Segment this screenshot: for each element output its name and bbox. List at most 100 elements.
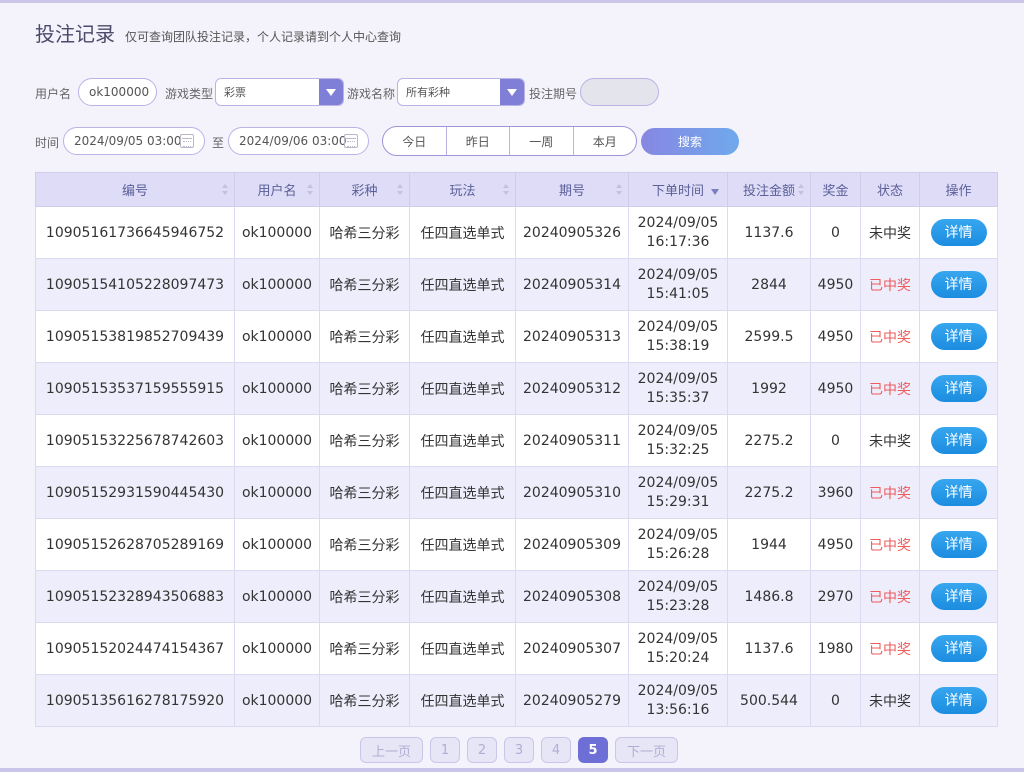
status-badge: 已中奖 — [860, 622, 920, 675]
detail-button[interactable]: 详情 — [930, 531, 987, 558]
end-time-input[interactable]: 2024/09/06 03:00 — [228, 127, 369, 155]
column-header-id[interactable]: 编号 — [35, 172, 235, 207]
username-input[interactable]: ok100000 — [78, 78, 157, 106]
column-header-lottery[interactable]: 彩种 — [319, 172, 410, 207]
page-2-button[interactable]: 2 — [467, 737, 497, 763]
detail-button[interactable]: 详情 — [930, 635, 987, 662]
cell-action: 详情 — [919, 466, 998, 519]
sort-desc-icon[interactable] — [711, 189, 719, 195]
cell-user: ok100000 — [234, 310, 320, 363]
quick-range-month[interactable]: 本月 — [574, 127, 637, 155]
search-button[interactable]: 搜索 — [641, 128, 739, 155]
cell-order-time: 2024/09/05 15:41:05 — [628, 258, 728, 311]
quick-range-yesterday[interactable]: 昨日 — [447, 127, 510, 155]
page-1-button[interactable]: 1 — [430, 737, 460, 763]
detail-button[interactable]: 详情 — [930, 687, 987, 714]
cell-user: ok100000 — [234, 466, 320, 519]
chevron-down-icon[interactable] — [500, 79, 524, 105]
table-row: 10905152328943506883 ok100000 哈希三分彩 任四直选单式 2… — [35, 570, 998, 623]
detail-button[interactable]: 详情 — [930, 583, 987, 610]
game-type-value: 彩票 — [224, 86, 246, 99]
order-date: 2024/09/05 — [637, 214, 719, 231]
order-date: 2024/09/05 — [637, 266, 719, 283]
sort-icon[interactable] — [616, 184, 622, 196]
order-time: 15:35:37 — [646, 389, 710, 406]
cell-issue: 20240905279 — [515, 674, 629, 727]
cell-id: 10905153537159555915 — [35, 362, 235, 415]
detail-button[interactable]: 详情 — [930, 375, 987, 402]
cell-order-time: 2024/09/05 15:26:28 — [628, 518, 728, 571]
game-name-select[interactable]: 所有彩种 — [397, 78, 525, 106]
cell-order-time: 2024/09/05 15:23:28 — [628, 570, 728, 623]
quick-range-today[interactable]: 今日 — [383, 127, 447, 155]
start-time-input[interactable]: 2024/09/05 03:00 — [63, 127, 205, 155]
detail-button[interactable]: 详情 — [930, 323, 987, 350]
calendar-icon[interactable] — [344, 134, 358, 148]
calendar-icon[interactable] — [180, 134, 194, 148]
cell-action: 详情 — [919, 622, 998, 675]
sort-icon[interactable] — [798, 184, 804, 196]
status-badge: 未中奖 — [860, 414, 920, 467]
column-header-play[interactable]: 玩法 — [409, 172, 516, 207]
cell-issue: 20240905312 — [515, 362, 629, 415]
cell-issue: 20240905311 — [515, 414, 629, 467]
column-header-issue[interactable]: 期号 — [515, 172, 629, 207]
cell-lottery: 哈希三分彩 — [319, 674, 410, 727]
prev-page-button[interactable]: 上一页 — [360, 737, 423, 763]
cell-order-time: 2024/09/05 15:32:25 — [628, 414, 728, 467]
cell-user: ok100000 — [234, 674, 320, 727]
cell-prize: 2970 — [810, 570, 861, 623]
cell-lottery: 哈希三分彩 — [319, 206, 410, 259]
issue-input[interactable] — [580, 78, 659, 106]
next-page-button[interactable]: 下一页 — [615, 737, 678, 763]
status-badge: 已中奖 — [860, 518, 920, 571]
status-badge: 已中奖 — [860, 362, 920, 415]
cell-id: 10905152628705289169 — [35, 518, 235, 571]
order-date: 2024/09/05 — [637, 526, 719, 543]
quick-range-week[interactable]: 一周 — [510, 127, 574, 155]
bottom-border — [0, 768, 1024, 772]
game-type-select[interactable]: 彩票 — [215, 78, 344, 106]
order-date: 2024/09/05 — [637, 474, 719, 491]
cell-id: 10905152024474154367 — [35, 622, 235, 675]
detail-button[interactable]: 详情 — [930, 271, 987, 298]
quick-range-group: 今日 昨日 一周 本月 — [382, 126, 637, 156]
column-header-amount[interactable]: 投注金额 — [727, 172, 811, 207]
column-header-status: 状态 — [860, 172, 920, 207]
chevron-down-icon[interactable] — [319, 79, 343, 105]
sort-icon[interactable] — [222, 184, 228, 196]
cell-order-time: 2024/09/05 13:56:16 — [628, 674, 728, 727]
cell-play: 任四直选单式 — [409, 310, 516, 363]
cell-prize: 0 — [810, 674, 861, 727]
cell-order-time: 2024/09/05 16:17:36 — [628, 206, 728, 259]
game-name-value: 所有彩种 — [406, 86, 450, 99]
column-header-order-time[interactable]: 下单时间 — [628, 172, 728, 207]
cell-user: ok100000 — [234, 258, 320, 311]
detail-button[interactable]: 详情 — [930, 479, 987, 506]
sort-icon[interactable] — [307, 184, 313, 196]
order-date: 2024/09/05 — [637, 578, 719, 595]
end-time-value: 2024/09/06 03:00 — [239, 134, 347, 148]
cell-id: 10905153819852709439 — [35, 310, 235, 363]
sort-icon[interactable] — [397, 184, 403, 196]
cell-prize: 1980 — [810, 622, 861, 675]
cell-order-time: 2024/09/05 15:38:19 — [628, 310, 728, 363]
cell-lottery: 哈希三分彩 — [319, 622, 410, 675]
page-5-button[interactable]: 5 — [578, 737, 608, 763]
order-time: 15:20:24 — [646, 649, 710, 666]
status-badge: 已中奖 — [860, 258, 920, 311]
cell-issue: 20240905308 — [515, 570, 629, 623]
game-name-label: 游戏名称 — [347, 87, 396, 101]
page-4-button[interactable]: 4 — [541, 737, 571, 763]
page-3-button[interactable]: 3 — [504, 737, 534, 763]
time-label: 时间 — [35, 136, 60, 150]
sort-icon[interactable] — [503, 184, 509, 196]
column-header-user[interactable]: 用户名 — [234, 172, 320, 207]
detail-button[interactable]: 详情 — [930, 219, 987, 246]
cell-prize: 4950 — [810, 518, 861, 571]
cell-play: 任四直选单式 — [409, 414, 516, 467]
detail-button[interactable]: 详情 — [930, 427, 987, 454]
cell-play: 任四直选单式 — [409, 258, 516, 311]
table-row: 10905152628705289169 ok100000 哈希三分彩 任四直选单式 2… — [35, 518, 998, 571]
table-row: 10905135616278175920 ok100000 哈希三分彩 任四直选单式 2… — [35, 674, 998, 727]
